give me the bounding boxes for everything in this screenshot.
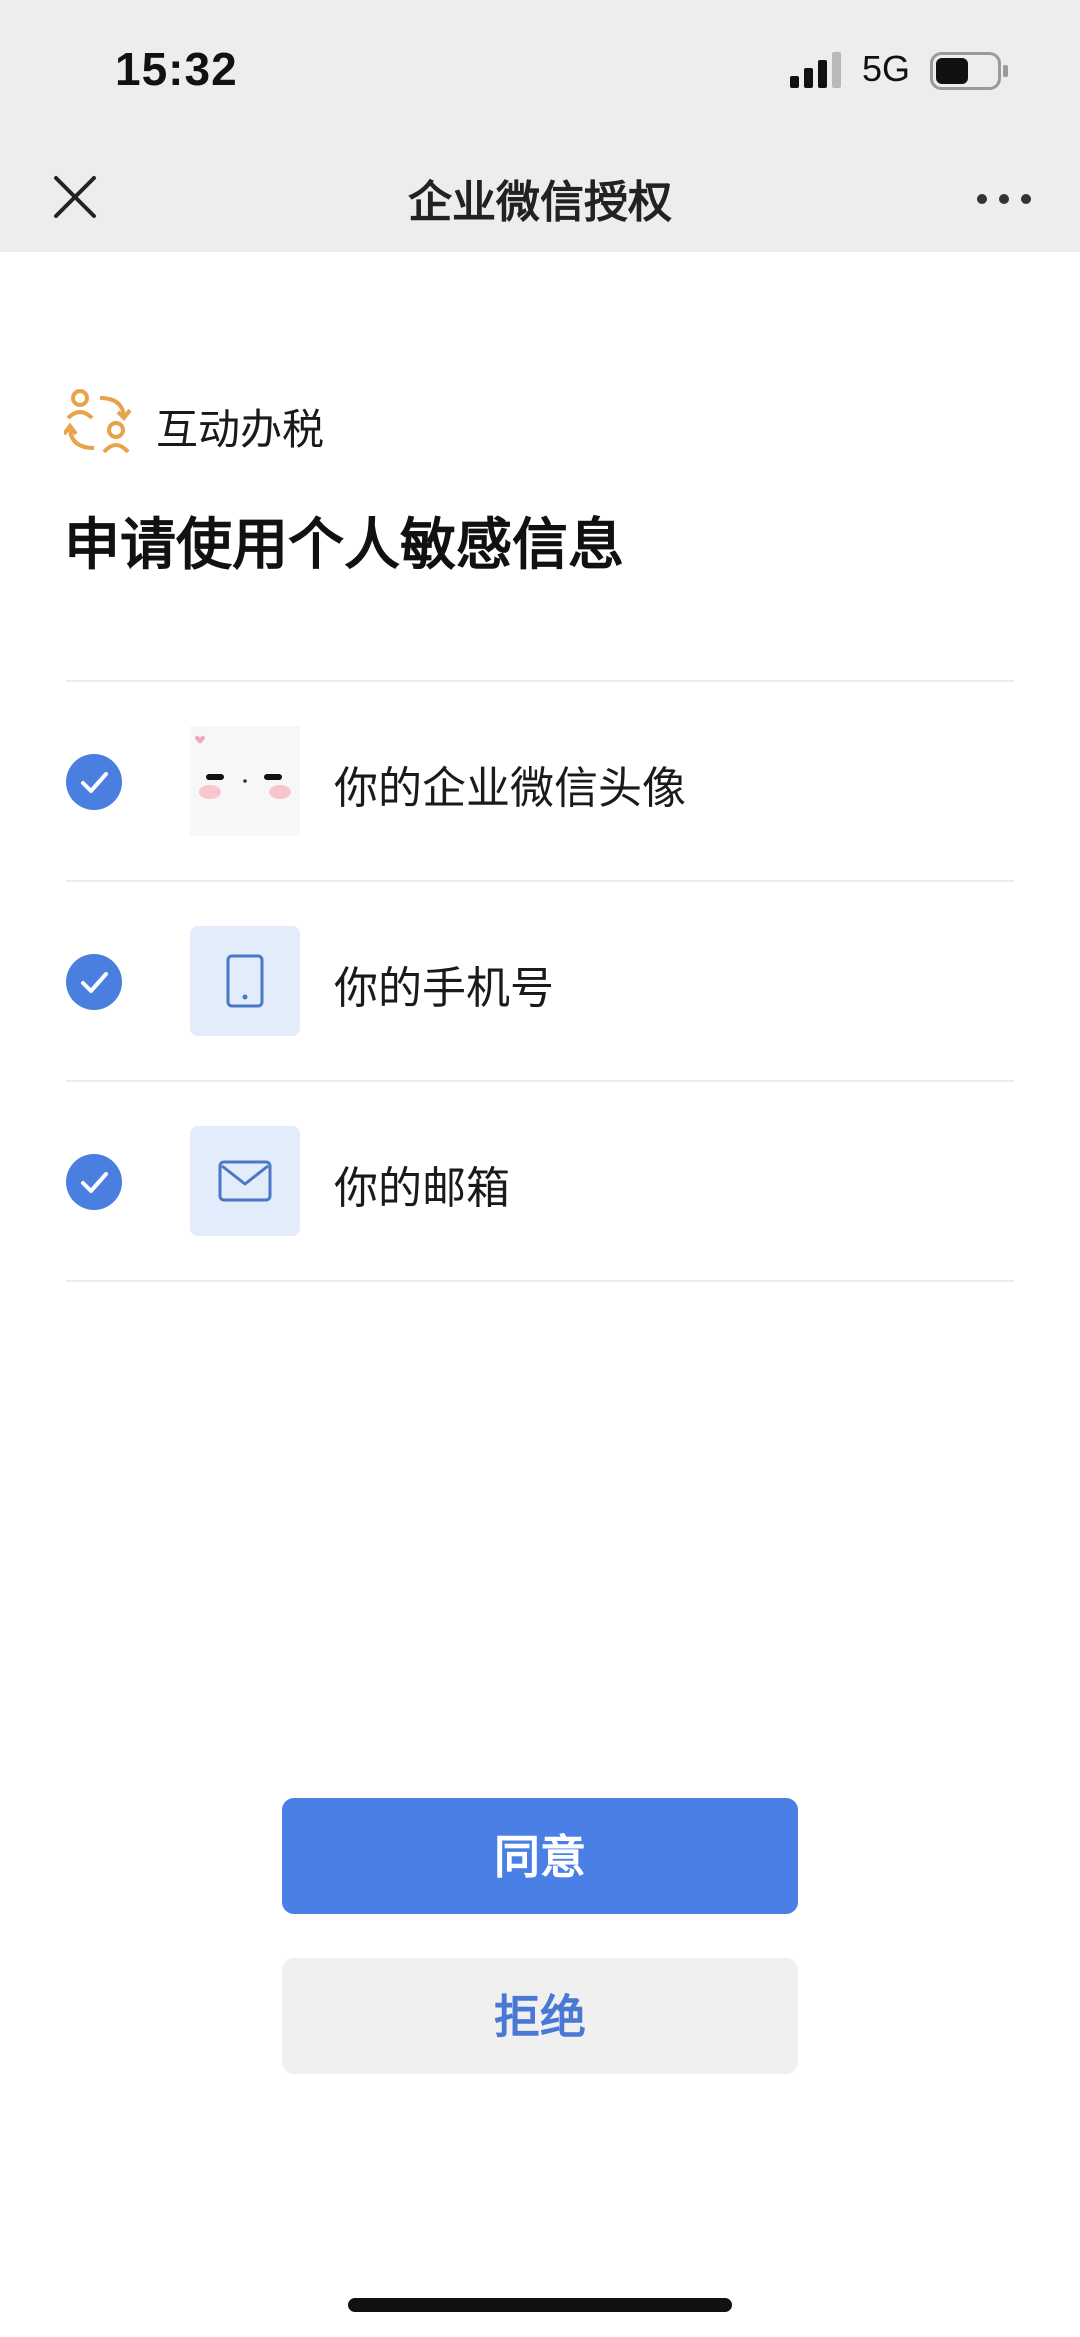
nav-bar: 企业微信授权 [0,140,1080,252]
checkmark-icon[interactable] [66,754,122,810]
reject-button[interactable]: 拒绝 [282,1958,798,2074]
request-heading: 申请使用个人敏感信息 [64,513,624,578]
mail-icon [190,1126,300,1236]
app-name: 互动办税 [156,405,325,454]
permission-label: 你的邮箱 [334,1163,510,1214]
checkmark-icon[interactable] [66,1154,122,1210]
status-time: 15:32 [115,43,238,95]
permission-item-avatar[interactable]: 你的企业微信头像 [66,680,1014,880]
permission-label: 你的企业微信头像 [334,763,686,814]
network-type: 5G [862,48,911,89]
avatar-image [190,726,300,836]
exchange-people-icon [64,389,132,454]
signal-icon [790,52,841,88]
more-icon[interactable] [974,184,1034,214]
agree-button[interactable]: 同意 [282,1798,798,1914]
battery-icon [930,52,1008,90]
agree-button-label: 同意 [494,1830,586,1884]
reject-button-label: 拒绝 [494,1990,586,2044]
status-bar: 15:32 5G [0,0,1080,140]
checkmark-icon[interactable] [66,954,122,1010]
permission-list: 你的企业微信头像 你的手机号 你的邮箱 [66,680,1014,1282]
page-title: 企业微信授权 [408,177,672,228]
permission-label: 你的手机号 [334,963,554,1014]
permission-item-phone[interactable]: 你的手机号 [66,880,1014,1080]
permission-item-email[interactable]: 你的邮箱 [66,1080,1014,1282]
phone-icon [190,926,300,1036]
home-indicator[interactable] [348,2298,732,2312]
